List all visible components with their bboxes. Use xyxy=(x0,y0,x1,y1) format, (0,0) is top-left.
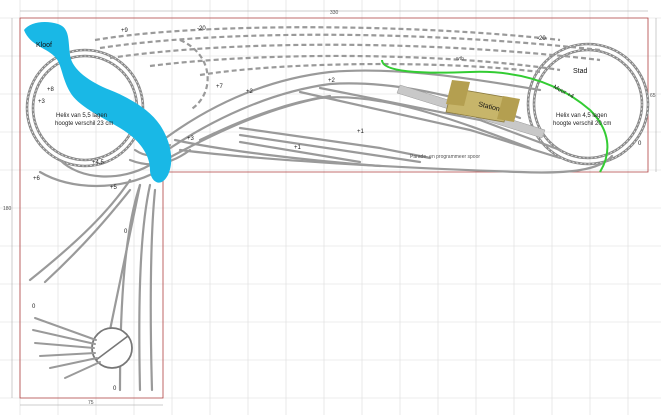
height-marker: 0 xyxy=(638,141,642,147)
label-helix-right-2: hoogte verschil 20 cm xyxy=(553,121,611,127)
label-helix-left-2: hoogte verschil 23 cm xyxy=(55,121,113,127)
turntable xyxy=(32,317,133,379)
height-marker: +1 xyxy=(357,129,365,135)
helix-right xyxy=(526,42,650,166)
track-plan: 330 180 65 75 Kloof Helix van 5,5 lagen … xyxy=(0,0,661,415)
height-marker: +2 xyxy=(328,78,336,84)
height-marker: 0 xyxy=(124,229,128,235)
label-helix-right-1: Helix van 4,5 lagen xyxy=(556,113,607,119)
height-marker: +3 xyxy=(38,99,46,105)
height-marker: +9 xyxy=(121,28,129,34)
label-helix-left-1: Helix van 5,5 lagen xyxy=(56,113,107,119)
height-marker: +3 xyxy=(187,136,195,142)
height-marker: 0 xyxy=(113,386,117,392)
height-marker: +5 xyxy=(110,185,118,191)
label-muur: Muur +4 xyxy=(552,84,575,100)
height-marker: +2 xyxy=(246,89,254,95)
dimension-bottom: 75 xyxy=(88,400,94,406)
dimension-left: 180 xyxy=(3,206,12,212)
dimension-right: 65 xyxy=(650,93,656,99)
height-marker: +6 xyxy=(33,176,41,182)
height-marker: +4,5 xyxy=(92,160,105,166)
height-marker: 0 xyxy=(32,304,36,310)
label-parade: Parade- en programmeer spoor xyxy=(410,154,480,160)
height-marker: -20 xyxy=(537,36,546,42)
height-marker: +7 xyxy=(216,84,224,90)
label-stad: Stad xyxy=(573,68,588,75)
height-marker: +1 xyxy=(294,145,302,151)
height-marker: -20 xyxy=(197,26,206,32)
height-marker: +8 xyxy=(47,87,55,93)
label-wtb: wtb xyxy=(456,56,464,62)
label-kloof: Kloof xyxy=(36,42,52,49)
dimension-top: 330 xyxy=(330,10,339,16)
